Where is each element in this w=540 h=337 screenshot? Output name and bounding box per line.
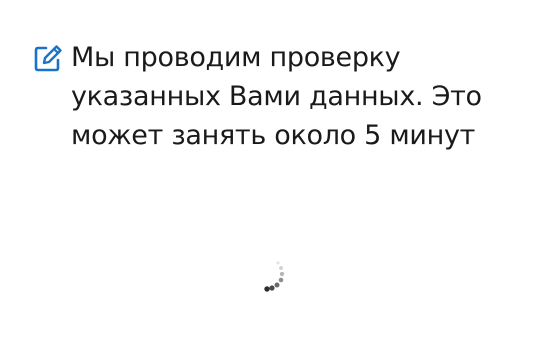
- edit-icon: [33, 43, 63, 73]
- loading-spinner-icon: [258, 258, 290, 296]
- verification-notice: Мы проводим проверку указанных Вами данн…: [33, 38, 513, 155]
- verification-pending-screen: Мы проводим проверку указанных Вами данн…: [0, 0, 540, 337]
- verification-message: Мы проводим проверку указанных Вами данн…: [71, 42, 482, 151]
